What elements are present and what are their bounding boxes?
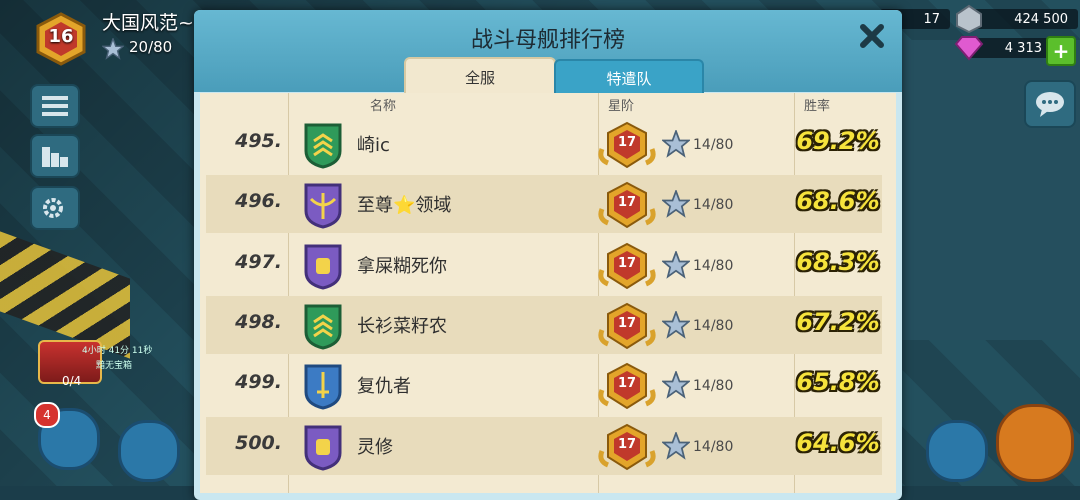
chest-count: 0/4 <box>62 374 82 388</box>
rank-number: 496. <box>235 190 282 212</box>
player-name-cell: 灵修 <box>357 437 393 458</box>
tier-number: 17 <box>617 195 637 210</box>
player-name-cell: 长衫菜籽农 <box>357 316 447 337</box>
add-diamonds-button[interactable]: + <box>1046 36 1076 66</box>
resource-icon <box>956 4 982 34</box>
chat-button[interactable] <box>1024 80 1076 128</box>
tab-global[interactable]: 全服 <box>404 57 556 95</box>
rank-number: 495. <box>235 130 282 152</box>
star-icon <box>662 432 690 460</box>
hamburger-icon <box>42 96 68 116</box>
leaderboard-row[interactable]: 500. 灵修 17 14/80 64.6% <box>206 417 882 475</box>
tier-number: 17 <box>617 135 637 150</box>
gear-icon <box>43 198 63 218</box>
green-sergeant-chevrons-icon <box>304 304 342 350</box>
chat-bubble-icon <box>1036 92 1064 117</box>
rank-number: 499. <box>235 371 282 393</box>
column-header-name: 名称 <box>370 98 397 114</box>
star-icon <box>662 190 690 218</box>
star-count: 14/80 <box>693 378 734 394</box>
star-count: 14/80 <box>693 137 734 153</box>
chest-timer: 4小时 41分 11秒 <box>82 346 153 356</box>
column-header-winrate: 胜率 <box>804 98 831 114</box>
tier-number: 17 <box>617 256 637 271</box>
player-name: 大国风范~ <box>102 12 194 34</box>
star-icon <box>102 38 124 60</box>
player-level: 16 <box>48 26 74 47</box>
column-header-tier: 星阶 <box>608 98 635 114</box>
tier-badge: 17 <box>598 423 656 473</box>
star-count: 14/80 <box>693 258 734 274</box>
blue-sword-laurel-icon <box>304 364 342 410</box>
player-star-count: 20/80 <box>129 38 173 56</box>
ranking-podium-icon <box>42 147 68 167</box>
leaderboard-row[interactable]: 497. 拿屎糊死你 17 14/80 68.3% <box>206 236 882 294</box>
tab-task-force[interactable]: 特遣队 <box>554 59 704 95</box>
win-rate: 68.3% <box>796 248 880 276</box>
star-icon <box>662 130 690 158</box>
attack-map-button[interactable] <box>996 404 1074 482</box>
tier-number: 17 <box>617 376 637 391</box>
rank-number: 498. <box>235 311 282 333</box>
rank-number: 500. <box>235 432 282 454</box>
win-rate: 69.2% <box>796 127 880 155</box>
win-rate: 67.2% <box>796 308 880 336</box>
win-rate: 68.6% <box>796 187 880 215</box>
win-rate: 64.6% <box>796 429 880 457</box>
menu-button[interactable] <box>30 84 80 128</box>
player-name-cell: 复仇者 <box>357 376 411 397</box>
leaderboard-row[interactable]: 498. 长衫菜籽农 17 14/80 67.2% <box>206 296 882 354</box>
settings-button[interactable] <box>30 186 80 230</box>
green-sergeant-chevrons-icon <box>304 123 342 169</box>
leaderboard-row[interactable]: 499. 复仇者 17 14/80 65.8% <box>206 356 882 414</box>
close-icon[interactable] <box>858 22 886 50</box>
star-count: 14/80 <box>693 439 734 455</box>
tier-badge: 17 <box>598 302 656 352</box>
tier-badge: 17 <box>598 121 656 171</box>
modal-title: 战斗母舰排行榜 <box>470 28 625 53</box>
star-count: 14/80 <box>693 197 734 213</box>
player-name-cell: 崎ic <box>357 135 390 156</box>
star-icon <box>662 251 690 279</box>
player-level-badge[interactable]: 16 <box>34 12 88 66</box>
diamond-icon <box>954 36 984 61</box>
rank-number: 497. <box>235 251 282 273</box>
star-icon <box>662 311 690 339</box>
radar-button[interactable] <box>926 420 988 482</box>
tier-badge: 17 <box>598 242 656 292</box>
tier-badge: 17 <box>598 181 656 231</box>
chest-label: 黯无宝箱 <box>96 361 133 371</box>
tier-number: 17 <box>617 437 637 452</box>
tier-number: 17 <box>617 316 637 331</box>
purple-fist-icon <box>304 425 342 471</box>
win-rate: 65.8% <box>796 368 880 396</box>
notification-badge: 4 <box>34 402 60 428</box>
purple-fist-icon <box>304 244 342 290</box>
player-name-cell: 至尊⭐领域 <box>357 195 452 216</box>
leaderboard-row[interactable]: 495. 崎ic 17 14/80 69.2% <box>206 115 882 173</box>
leaderboard-modal: 战斗母舰排行榜 全服 特遣队 名称 星阶 胜率 495. 崎ic 17 14/8… <box>194 10 902 500</box>
star-icon <box>662 371 690 399</box>
weapon-button[interactable] <box>118 420 180 482</box>
leaderboard-row[interactable]: 496. 至尊⭐领域 17 14/80 68.6% <box>206 175 882 233</box>
leaderboard-button[interactable] <box>30 134 80 178</box>
tier-badge: 17 <box>598 362 656 412</box>
purple-winged-sword-icon <box>304 183 342 229</box>
leaderboard-table: 名称 星阶 胜率 495. 崎ic 17 14/80 69.2% 496. 至尊… <box>200 93 896 493</box>
resource-amount: 424 500 <box>968 9 1078 29</box>
player-name-cell: 拿屎糊死你 <box>357 256 447 277</box>
star-count: 14/80 <box>693 318 734 334</box>
